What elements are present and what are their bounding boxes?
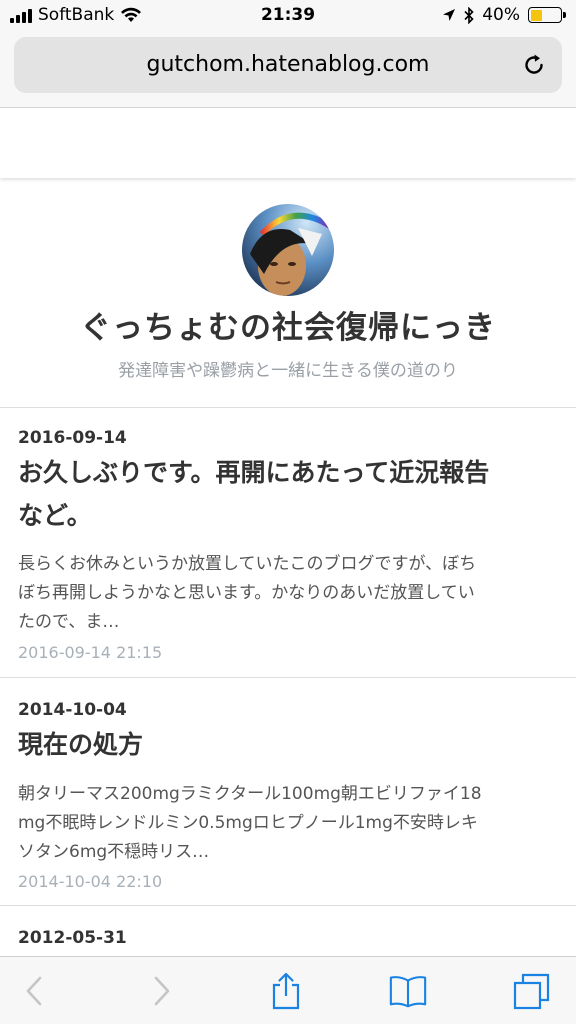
browser-address-area: gutchom.hatenablog.com xyxy=(0,32,576,108)
status-bar: SoftBank 21:39 40% xyxy=(0,0,576,32)
address-bar[interactable]: gutchom.hatenablog.com xyxy=(14,37,562,93)
entry-title-line: お久しぶりです。再開にあたって近況報告 xyxy=(18,458,490,487)
entry-summary: 長らくお休みというか放置していたこのブログですが、ぼち ぼち再開しようかなと思い… xyxy=(18,550,558,638)
header-band xyxy=(0,108,576,178)
entry-date: 2014-10-04 xyxy=(18,700,127,720)
battery-percent: 40% xyxy=(482,5,520,25)
bookmarks-button[interactable] xyxy=(388,971,428,1011)
share-icon xyxy=(272,972,300,1010)
entry-summary-line: ぼち再開しようかなと思います。かなりのあいだ放置してい xyxy=(18,583,475,604)
blog-title[interactable]: ぐっちょむの社会復帰にっき xyxy=(0,302,576,347)
battery-icon xyxy=(528,7,566,23)
entry-card: 2014-10-04 現在の処方 朝タリーマス200mgラミクタール100mg朝… xyxy=(0,678,576,906)
entry-title-line: 現在の処方 xyxy=(18,730,144,759)
entry-timestamp: 2014-10-04 22:10 xyxy=(18,872,163,891)
back-button[interactable] xyxy=(14,971,54,1011)
entry-title-link[interactable]: お久しぶりです。再開にあたって近況報告 など。 xyxy=(18,452,558,537)
location-arrow-icon xyxy=(443,9,456,21)
forward-button[interactable] xyxy=(142,971,182,1011)
blog-avatar[interactable] xyxy=(242,204,334,296)
tabs-icon xyxy=(513,973,550,1010)
blog-description: 発達障害や躁鬱病と一緒に生きる僕の道のり xyxy=(118,361,458,381)
entry-summary: 朝タリーマス200mgラミクタール100mg朝エビリファイ18 mg不眠時レンド… xyxy=(18,780,558,868)
tabs-button[interactable] xyxy=(512,971,552,1011)
url-text[interactable]: gutchom.hatenablog.com xyxy=(14,52,562,77)
browser-toolbar xyxy=(0,956,576,1024)
entry-summary-line: 朝タリーマス200mgラミクタール100mg朝エビリファイ18 xyxy=(18,784,482,804)
blog-header: ぐっちょむの社会復帰にっき 発達障害や躁鬱病と一緒に生きる僕の道のり xyxy=(0,180,576,408)
bluetooth-icon xyxy=(464,6,474,24)
chevron-left-icon xyxy=(26,976,42,1006)
entry-card: 2016-09-14 お久しぶりです。再開にあたって近況報告 など。 長らくお休… xyxy=(0,408,576,678)
entry-date: 2012-05-31 xyxy=(18,928,127,948)
chevron-right-icon xyxy=(154,976,170,1006)
entry-summary-line: たので、ま… xyxy=(18,612,120,633)
entry-title-line: など。 xyxy=(18,500,92,530)
entry-summary-line: mg不眠時レンドルミン0.5mgロヒプノール1mg不安時レキ xyxy=(18,813,478,834)
entry-summary-line: 長らくお休みというか放置していたこのブログですが、ぼち xyxy=(18,554,477,574)
entry-timestamp: 2016-09-14 21:15 xyxy=(18,643,163,662)
entry-title-link[interactable]: 現在の処方 xyxy=(18,724,558,767)
battery-level xyxy=(530,9,543,21)
status-right: 40% xyxy=(442,5,566,25)
entry-summary-line: ソタン6mg不穏時リス… xyxy=(18,842,210,863)
book-icon xyxy=(389,976,427,1008)
share-button[interactable] xyxy=(266,971,306,1011)
reload-icon[interactable] xyxy=(520,51,548,79)
entry-date: 2016-09-14 xyxy=(18,428,127,448)
